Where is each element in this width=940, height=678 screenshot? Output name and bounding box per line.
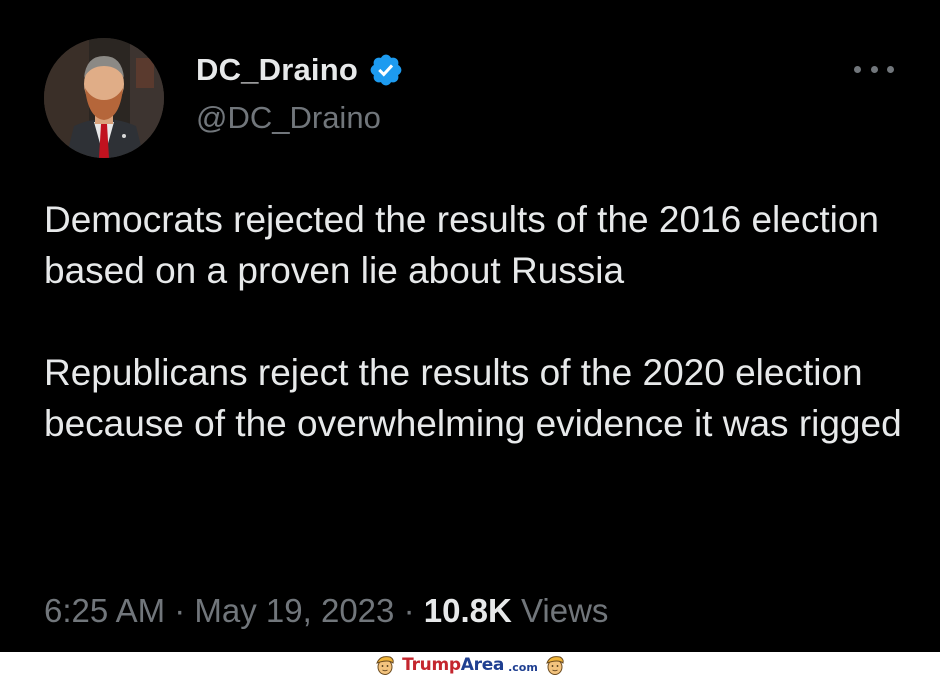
watermark-bar: TrumpArea .com [0,652,940,678]
views-count[interactable]: 10.8K [424,592,512,629]
tweet-paragraph: Democrats rejected the results of the 20… [44,199,880,291]
watermark-brand: TrumpArea [402,655,504,675]
more-dot [854,65,861,73]
more-options-icon[interactable] [854,58,894,80]
watermark-logo: TrumpArea .com [374,654,566,676]
author-handle[interactable]: @DC_Draino [196,100,381,136]
tweet-date[interactable]: May 19, 2023 [194,592,394,629]
avatar-photo [44,38,164,158]
tweet-time[interactable]: 6:25 AM [44,592,165,629]
trump-face-icon [545,656,564,675]
watermark-suffix: .com [508,660,538,674]
tweet-card: DC_Draino @DC_Draino Democrats rejected … [0,0,940,652]
watermark-brand-red: Trump [402,655,461,675]
trump-face-icon [376,656,394,675]
more-dot [887,65,894,73]
watermark-brand-blue: Area [460,655,505,675]
tweet-text: Democrats rejected the results of the 20… [44,194,904,449]
views-label: Views [520,592,609,629]
more-dot [870,65,878,73]
verified-badge-icon[interactable] [368,52,404,88]
avatar[interactable] [44,38,164,158]
author-display-name[interactable]: DC_Draino [196,52,358,88]
tweet-paragraph: Republicans reject the results of the 20… [44,352,902,444]
author-name-row: DC_Draino [196,50,404,90]
meta-separator: · [403,592,424,629]
tweet-meta: 6:25 AM · May 19, 2023 · 10.8K Views [44,592,608,630]
meta-separator: · [174,592,195,629]
